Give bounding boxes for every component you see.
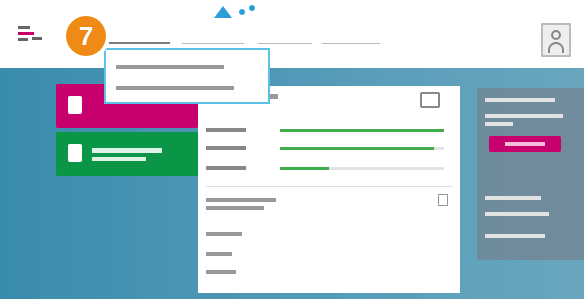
step-badge: 7 — [62, 12, 110, 60]
detail-line-3 — [206, 270, 236, 274]
user-group-icon — [68, 144, 82, 162]
usage-panel — [198, 86, 460, 293]
sidebar-line — [485, 98, 555, 102]
usage-bar-fill — [280, 167, 330, 170]
usage-row-label — [206, 166, 246, 170]
detail-line-1 — [206, 232, 242, 236]
pointer-arrow-icon — [214, 5, 255, 18]
sidebar-line — [485, 212, 549, 216]
tile-contacts[interactable] — [56, 132, 198, 176]
panel-divider — [206, 186, 452, 187]
sidebar-line — [485, 196, 541, 200]
tile-label-line-1 — [92, 148, 162, 153]
sidebar-line — [485, 234, 545, 238]
document-icon — [68, 96, 82, 114]
info-icon[interactable] — [438, 194, 448, 206]
dropdown-item-1[interactable] — [116, 65, 224, 69]
usage-row-3 — [206, 166, 450, 176]
right-sidebar — [477, 88, 584, 260]
telekom-logo-icon[interactable] — [18, 26, 44, 42]
nav-dropdown-menu — [104, 48, 270, 104]
usage-row-label — [206, 146, 246, 150]
section-title-line-2 — [206, 206, 264, 210]
dropdown-item-2[interactable] — [116, 86, 234, 90]
user-avatar-icon[interactable] — [541, 23, 571, 57]
detail-line-2 — [206, 252, 232, 256]
nav-item-1[interactable] — [108, 34, 170, 44]
usage-row-1 — [206, 128, 450, 138]
usage-bar-fill — [280, 147, 435, 150]
step-number: 7 — [66, 16, 106, 56]
nav-item-4[interactable] — [322, 34, 380, 44]
section-title-line-1 — [206, 198, 276, 202]
usage-row-2 — [206, 146, 450, 156]
sidebar-action-button[interactable] — [489, 136, 561, 152]
nav-item-3[interactable] — [258, 34, 312, 44]
usage-bar-fill — [280, 129, 444, 132]
usage-row-label — [206, 128, 246, 132]
sidebar-line — [485, 122, 513, 126]
sidebar-line — [485, 114, 563, 118]
tile-label-line-2 — [92, 157, 146, 161]
panel-settings-icon[interactable] — [420, 92, 440, 108]
